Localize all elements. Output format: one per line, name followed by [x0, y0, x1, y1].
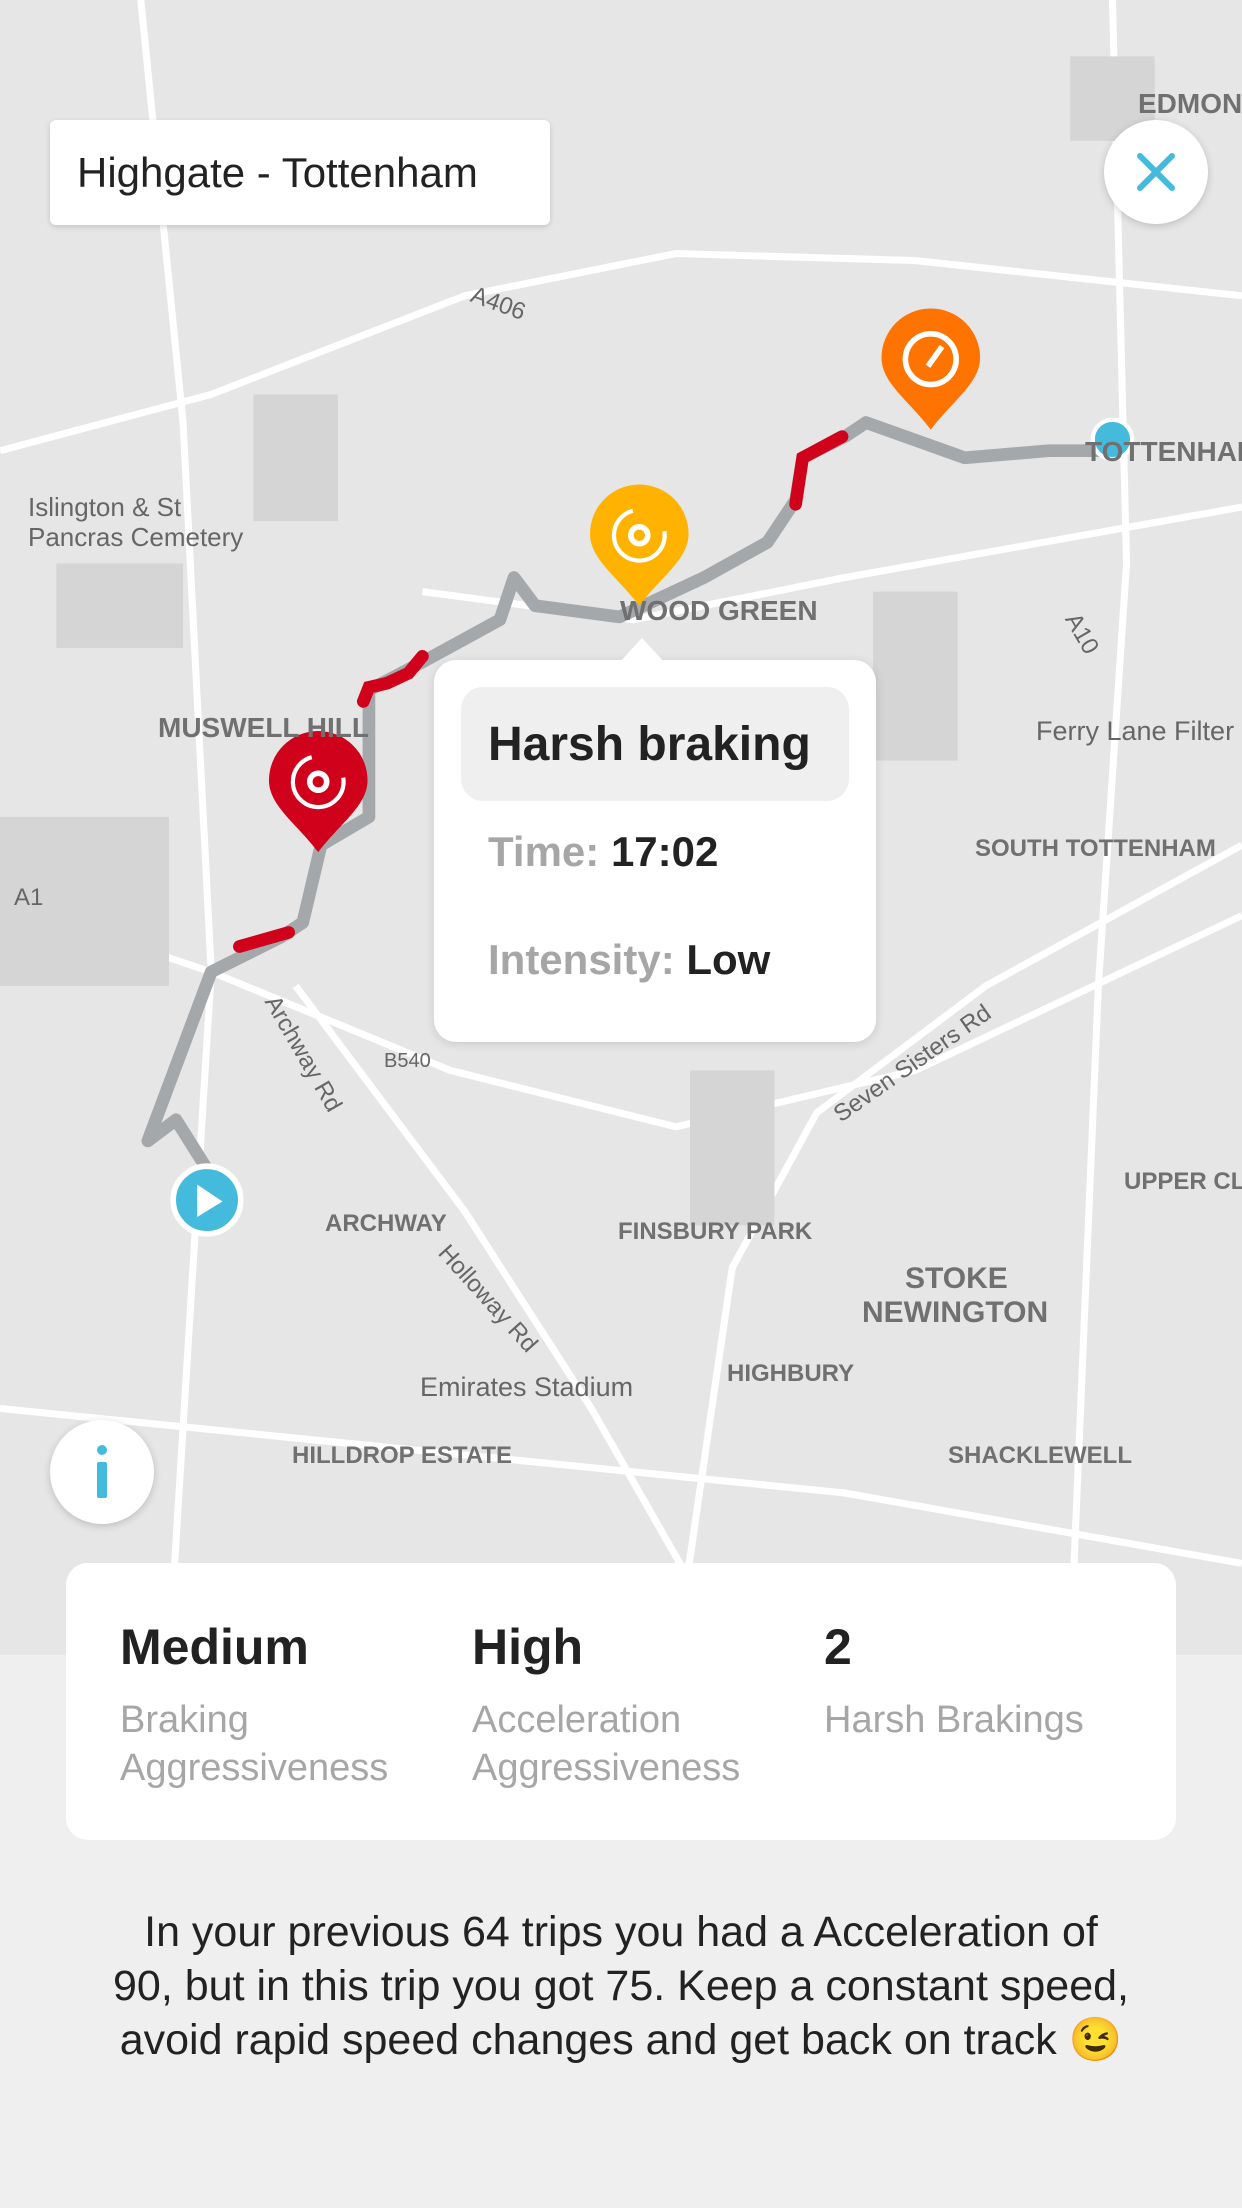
map-label: STOKE: [905, 1262, 1008, 1295]
stat-acceleration: High Acceleration Aggressiveness: [472, 1618, 772, 1792]
map-label: ARCHWAY: [325, 1210, 447, 1237]
map-label: Islington & St: [28, 492, 182, 522]
tooltip-intensity: Intensity: Low: [488, 936, 770, 984]
map-label: WOOD GREEN: [620, 595, 818, 626]
map-label: UPPER CLA: [1124, 1168, 1242, 1195]
harsh-braking-pin-icon[interactable]: [268, 731, 368, 853]
map-label: Ferry Lane Filter: [1036, 716, 1235, 746]
trip-stats-card: Medium Braking Aggressiveness High Accel…: [66, 1563, 1176, 1840]
tooltip-title: Harsh braking: [461, 687, 849, 801]
map-label: MUSWELL HILL: [158, 712, 370, 743]
stat-value: 2: [824, 1619, 852, 1675]
close-button[interactable]: [1104, 120, 1208, 224]
close-icon: [1137, 153, 1175, 191]
acceleration-pin-icon[interactable]: [881, 308, 981, 430]
stat-label: Braking Aggressiveness: [120, 1699, 389, 1789]
tooltip-time: Time: 17:02: [488, 828, 718, 876]
map-label: Pancras Cemetery: [28, 522, 244, 552]
map-label: EDMON: [1138, 88, 1242, 119]
map-label: FINSBURY PARK: [618, 1218, 813, 1245]
stat-label: Harsh Brakings: [824, 1699, 1084, 1741]
stat-braking: Medium Braking Aggressiveness: [120, 1618, 420, 1792]
time-label: Time:: [488, 828, 600, 875]
map-label: SOUTH TOTTENHAM: [975, 835, 1216, 862]
intensity-value: Low: [686, 936, 771, 983]
stat-value: Medium: [120, 1619, 309, 1675]
map-label: Emirates Stadium: [420, 1372, 634, 1402]
map-label: HIGHBURY: [727, 1360, 855, 1387]
stat-label: Acceleration Aggressiveness: [472, 1699, 741, 1789]
map-label: B540: [384, 1050, 431, 1072]
info-button[interactable]: [50, 1420, 154, 1524]
info-icon: [97, 1445, 107, 1498]
trip-start-marker[interactable]: [170, 1163, 244, 1237]
map-blocks: [0, 56, 1155, 1226]
map-label: SHACKLEWELL: [948, 1442, 1132, 1469]
stat-value: High: [472, 1619, 584, 1675]
stat-harsh-brakings: 2 Harsh Brakings: [824, 1618, 1124, 1744]
trip-title: Highgate - Tottenham: [50, 120, 550, 225]
event-tooltip: Harsh braking Time: 17:02 Intensity: Low: [434, 638, 876, 1042]
map-label: A1: [14, 884, 44, 911]
intensity-label: Intensity:: [488, 936, 675, 983]
map-label: NEWINGTON: [862, 1296, 1049, 1329]
map-label: HILLDROP ESTATE: [292, 1442, 513, 1469]
time-value: 17:02: [610, 828, 719, 875]
feedback-message: In your previous 64 trips you had a Acce…: [113, 1908, 1129, 2064]
trip-map[interactable]: MUSWELL HILL WOOD GREEN TOTTENHAM SOUTH …: [0, 0, 1242, 1655]
map-label: TOTTENHAM: [1085, 436, 1242, 467]
